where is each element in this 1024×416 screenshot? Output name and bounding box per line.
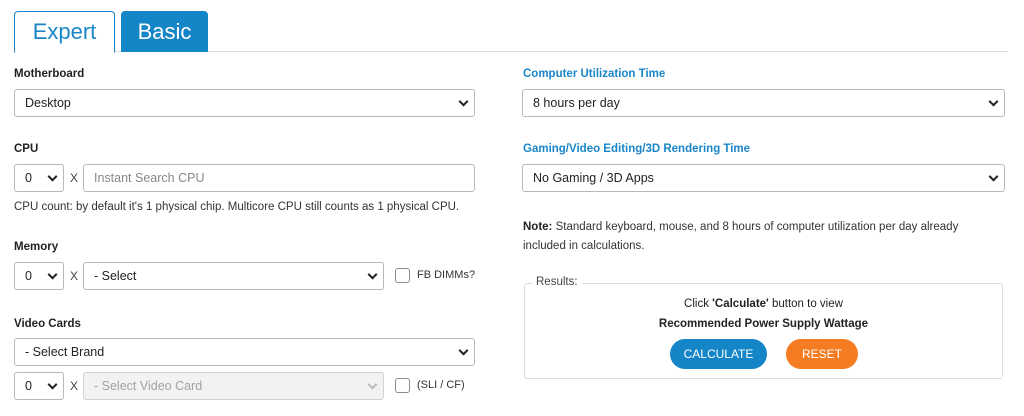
- video-card-brand-select[interactable]: - Select Brand: [14, 338, 475, 366]
- chevron-down-icon: [47, 171, 58, 182]
- gaming-time-select[interactable]: No Gaming / 3D Apps: [522, 164, 1005, 192]
- results-wattage-caption: Recommended Power Supply Wattage: [658, 318, 869, 330]
- gaming-time-label: Gaming/Video Editing/3D Rendering Time: [523, 143, 751, 155]
- motherboard-select[interactable]: Desktop: [14, 89, 475, 117]
- utilization-value: 8 hours per day: [533, 96, 620, 110]
- motherboard-select-value: Desktop: [25, 96, 71, 110]
- video-card-count-select[interactable]: 0: [14, 372, 64, 400]
- results-instruction-post: button to view: [768, 298, 843, 310]
- chevron-down-icon: [988, 171, 999, 182]
- cpu-count-select[interactable]: 0: [14, 164, 64, 192]
- sli-cf-checkbox[interactable]: [395, 378, 410, 393]
- cpu-count-hint: CPU count: by default it's 1 physical ch…: [14, 201, 460, 213]
- results-instruction-pre: Click: [684, 298, 713, 310]
- video-card-count-value: 0: [25, 379, 32, 393]
- cpu-label: CPU: [14, 143, 39, 155]
- memory-label: Memory: [14, 241, 59, 253]
- motherboard-label: Motherboard: [14, 68, 85, 80]
- cpu-search-placeholder: Instant Search CPU: [94, 171, 205, 185]
- video-card-brand-value: - Select Brand: [25, 345, 105, 359]
- utilization-select[interactable]: 8 hours per day: [522, 89, 1005, 117]
- cpu-count-value: 0: [25, 171, 32, 185]
- video-card-model-value: - Select Video Card: [94, 379, 203, 393]
- calculation-note: Note: Standard keyboard, mouse, and 8 ho…: [523, 218, 1003, 256]
- sli-cf-label: (SLI / CF): [417, 379, 465, 391]
- chevron-down-icon: [367, 379, 378, 390]
- utilization-label: Computer Utilization Time: [523, 68, 666, 80]
- memory-type-select[interactable]: - Select: [83, 262, 384, 290]
- memory-multiply-sign: X: [70, 269, 79, 283]
- chevron-down-icon: [458, 96, 469, 107]
- cpu-multiply-sign: X: [70, 171, 79, 185]
- reset-button[interactable]: RESET: [786, 339, 858, 369]
- fb-dimms-label: FB DIMMs?: [417, 269, 476, 281]
- video-cards-label: Video Cards: [14, 318, 81, 330]
- tab-basic[interactable]: Basic: [121, 11, 208, 52]
- chevron-down-icon: [458, 345, 469, 356]
- memory-type-value: - Select: [94, 269, 137, 283]
- chevron-down-icon: [47, 379, 58, 390]
- results-instruction-bold: 'Calculate': [712, 298, 769, 310]
- note-label: Note:: [523, 221, 553, 233]
- chevron-down-icon: [367, 269, 378, 280]
- calculate-button[interactable]: CALCULATE: [670, 339, 767, 369]
- cpu-search-input[interactable]: Instant Search CPU: [83, 164, 475, 192]
- memory-count-select[interactable]: 0: [14, 262, 64, 290]
- fb-dimms-checkbox[interactable]: [395, 268, 410, 283]
- chevron-down-icon: [47, 269, 58, 280]
- tab-expert[interactable]: Expert: [14, 11, 115, 53]
- mode-tabs: Expert Basic: [14, 11, 1008, 53]
- results-legend: Results:: [532, 276, 582, 288]
- chevron-down-icon: [988, 96, 999, 107]
- results-instruction: Click 'Calculate' button to view: [524, 298, 1003, 310]
- video-card-model-select[interactable]: - Select Video Card: [83, 372, 384, 400]
- note-text: Standard keyboard, mouse, and 8 hours of…: [523, 221, 959, 252]
- memory-count-value: 0: [25, 269, 32, 283]
- video-card-multiply-sign: X: [70, 379, 79, 393]
- gaming-time-value: No Gaming / 3D Apps: [533, 171, 654, 185]
